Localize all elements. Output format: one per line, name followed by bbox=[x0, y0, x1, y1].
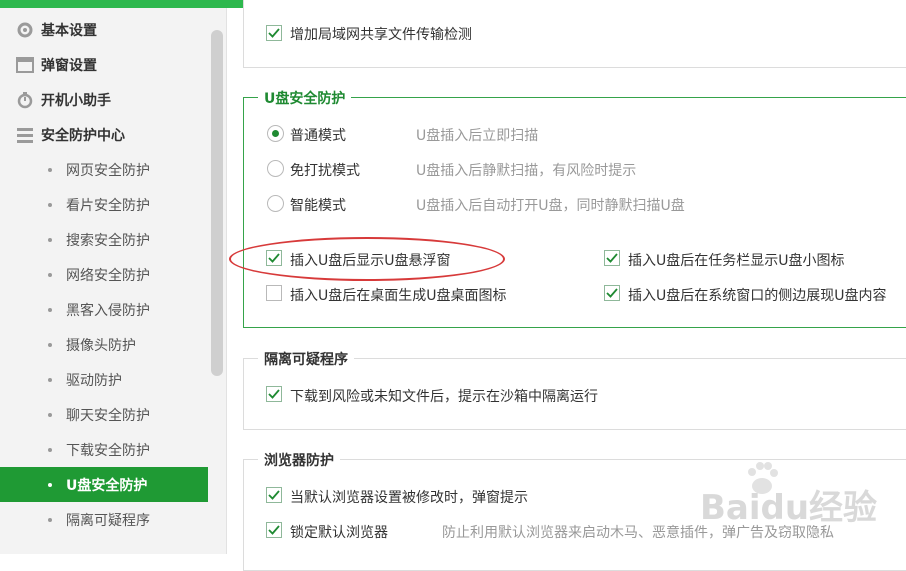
bullet-icon bbox=[48, 412, 52, 417]
checkmark-icon bbox=[268, 525, 280, 535]
sidebar-item-label: 隔离可疑程序 bbox=[66, 512, 150, 529]
bullet-icon bbox=[48, 377, 52, 382]
bullet-icon bbox=[48, 307, 52, 312]
usb-taskbar-icon-label: 插入U盘后在任务栏显示U盘小图标 bbox=[628, 253, 845, 269]
normal-mode-desc: U盘插入后立即扫描 bbox=[416, 128, 539, 144]
sidebar-item-isolate-suspicious[interactable]: 隔离可疑程序 bbox=[0, 502, 208, 537]
sidebar-item-label: 网络安全防护 bbox=[66, 267, 150, 284]
isolate-sandbox-checkbox[interactable] bbox=[266, 386, 282, 402]
sidebar-item-label: 驱动防护 bbox=[66, 372, 122, 389]
usb-sidebar-content-label: 插入U盘后在系统窗口的侧边展现U盘内容 bbox=[628, 288, 887, 304]
quiet-mode-radio[interactable] bbox=[267, 160, 284, 177]
checkmark-icon bbox=[606, 288, 618, 298]
sidebar-item-label: U盘安全防护 bbox=[66, 477, 148, 494]
sidebar-item-boot-assistant[interactable]: 开机小助手 bbox=[0, 82, 208, 117]
bullet-icon bbox=[48, 237, 52, 242]
lock-default-browser-checkbox[interactable] bbox=[266, 522, 282, 538]
browser-section-title: 浏览器防护 bbox=[258, 450, 340, 470]
bullet-icon bbox=[48, 517, 52, 522]
bullet-icon bbox=[48, 342, 52, 347]
watermark-text: Baidu经验 bbox=[700, 488, 878, 528]
sidebar-item-network-protection[interactable]: 网络安全防护 bbox=[0, 257, 208, 292]
sidebar-item-camera-protection[interactable]: 摄像头防护 bbox=[0, 327, 208, 362]
sidebar-item-label: 下载安全防护 bbox=[66, 442, 150, 459]
sidebar-item-hacker-protection[interactable]: 黑客入侵防护 bbox=[0, 292, 208, 327]
lock-default-browser-label: 锁定默认浏览器 bbox=[290, 525, 388, 541]
usb-desktop-icon-label: 插入U盘后在桌面生成U盘桌面图标 bbox=[290, 288, 507, 304]
checkmark-icon bbox=[268, 490, 280, 500]
normal-mode-label: 普通模式 bbox=[290, 128, 346, 144]
checkmark-icon bbox=[606, 253, 618, 263]
sidebar-item-video-protection[interactable]: 看片安全防护 bbox=[0, 187, 208, 222]
smart-mode-label: 智能模式 bbox=[290, 198, 346, 214]
bullet-icon bbox=[48, 482, 52, 487]
sidebar-item-label: 基本设置 bbox=[41, 22, 97, 39]
bullet-icon bbox=[48, 447, 52, 452]
baidu-watermark: Baidu经验 bbox=[700, 456, 900, 546]
sidebar-item-label: 摄像头防护 bbox=[66, 337, 136, 354]
radio-selected-dot bbox=[272, 130, 279, 137]
gear-icon bbox=[17, 22, 33, 37]
isolate-sandbox-label: 下载到风险或未知文件后，提示在沙箱中隔离运行 bbox=[290, 389, 598, 405]
sidebar-item-popup-settings[interactable]: 弹窗设置 bbox=[0, 47, 208, 82]
timer-icon bbox=[17, 91, 33, 108]
isolate-section-title: 隔离可疑程序 bbox=[258, 349, 354, 369]
sidebar-item-label: 弹窗设置 bbox=[41, 57, 97, 74]
usb-section-title: U盘安全防护 bbox=[258, 88, 352, 108]
bullet-icon bbox=[48, 167, 52, 172]
sidebar-scrollbar-thumb[interactable] bbox=[211, 30, 223, 376]
sidebar-item-chat-protection[interactable]: 聊天安全防护 bbox=[0, 397, 208, 432]
browser-change-alert-label: 当默认浏览器设置被修改时，弹窗提示 bbox=[290, 490, 528, 506]
smart-mode-radio[interactable] bbox=[267, 195, 284, 212]
checkmark-icon bbox=[268, 28, 280, 38]
sidebar-item-security-center[interactable]: 安全防护中心 bbox=[0, 117, 208, 152]
lan-transfer-checkbox[interactable] bbox=[266, 25, 282, 41]
sidebar-item-basic-settings[interactable]: 基本设置 bbox=[0, 12, 208, 47]
checkmark-icon bbox=[268, 389, 280, 399]
window-icon bbox=[16, 56, 34, 73]
usb-desktop-icon-checkbox[interactable] bbox=[266, 285, 282, 301]
usb-taskbar-icon-checkbox[interactable] bbox=[604, 250, 620, 266]
smart-mode-desc: U盘插入后自动打开U盘，同时静默扫描U盘 bbox=[416, 198, 685, 214]
highlight-annotation-oval bbox=[229, 237, 505, 281]
sidebar-item-web-protection[interactable]: 网页安全防护 bbox=[0, 152, 208, 187]
quiet-mode-desc: U盘插入后静默扫描，有风险时提示 bbox=[416, 163, 637, 179]
sidebar-item-label: 开机小助手 bbox=[41, 92, 111, 109]
grid-icon bbox=[17, 127, 33, 143]
sidebar-item-label: 看片安全防护 bbox=[66, 197, 150, 214]
bullet-icon bbox=[48, 202, 52, 207]
divider bbox=[226, 8, 227, 554]
sidebar-item-label: 黑客入侵防护 bbox=[66, 302, 150, 319]
sidebar-item-label: 网页安全防护 bbox=[66, 162, 150, 179]
sidebar-item-usb-protection[interactable]: U盘安全防护 bbox=[0, 467, 208, 502]
sidebar-item-download-protection[interactable]: 下载安全防护 bbox=[0, 432, 208, 467]
browser-change-alert-checkbox[interactable] bbox=[266, 487, 282, 503]
usb-sidebar-content-checkbox[interactable] bbox=[604, 285, 620, 301]
sidebar-item-label: 聊天安全防护 bbox=[66, 407, 150, 424]
lan-transfer-label: 增加局域网共享文件传输检测 bbox=[290, 27, 472, 43]
sidebar-item-driver-protection[interactable]: 驱动防护 bbox=[0, 362, 208, 397]
bullet-icon bbox=[48, 272, 52, 277]
sidebar-item-label: 安全防护中心 bbox=[41, 127, 125, 144]
normal-mode-radio[interactable] bbox=[267, 125, 284, 142]
sidebar-item-search-protection[interactable]: 搜索安全防护 bbox=[0, 222, 208, 257]
sidebar-item-label: 搜索安全防护 bbox=[66, 232, 150, 249]
quiet-mode-label: 免打扰模式 bbox=[290, 163, 360, 179]
